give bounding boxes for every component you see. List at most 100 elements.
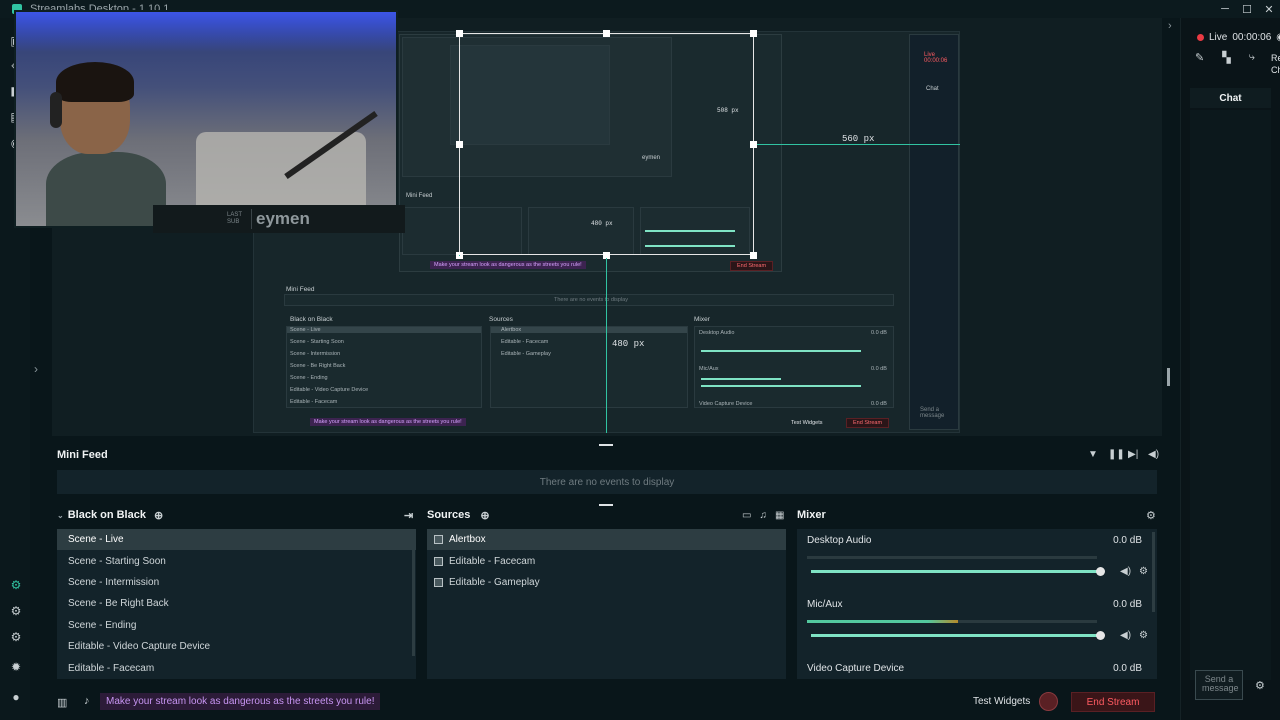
expand-left-icon[interactable]: › xyxy=(34,362,38,376)
source-item-gameplay[interactable]: Editable - Gameplay xyxy=(427,572,786,593)
notifications-icon[interactable]: ♪ xyxy=(84,695,90,707)
canvas-scrollbar[interactable] xyxy=(1167,368,1170,386)
scene-item-be-right-back[interactable]: Scene - Be Right Back xyxy=(57,593,416,614)
add-source-icon[interactable]: ⊕ xyxy=(480,509,489,522)
edit-icon[interactable]: ✎ xyxy=(1195,51,1204,64)
scene-item-ending[interactable]: Scene - Ending xyxy=(57,615,416,636)
source-item-facecam[interactable]: Editable - Facecam xyxy=(427,550,786,571)
source-item-alertbox[interactable]: Alertbox xyxy=(427,529,786,551)
handle-top[interactable] xyxy=(603,30,610,37)
streamer xyxy=(46,62,166,226)
performance-icon[interactable]: ▥ xyxy=(57,696,67,709)
mixer-item-db: 0.0 dB xyxy=(1113,663,1142,674)
tab-chat[interactable]: Chat xyxy=(1190,88,1271,108)
scene-collection-title[interactable]: Black on Black xyxy=(68,509,146,521)
scene-item-live[interactable]: Scene - Live xyxy=(57,529,416,551)
scene-item-starting-soon[interactable]: Scene - Starting Soon xyxy=(57,550,416,571)
skip-icon[interactable]: ▶| xyxy=(1128,449,1138,460)
audio-meter xyxy=(807,556,1097,559)
headset-icon xyxy=(50,92,62,128)
app-2-icon[interactable]: ⚙ xyxy=(9,604,23,618)
volume-slider-knob[interactable] xyxy=(1096,567,1105,576)
filter-icon[interactable]: ▼ xyxy=(1088,449,1098,460)
mixer-title: Mixer xyxy=(797,509,826,521)
handle-right[interactable] xyxy=(750,141,757,148)
mini-feed-tools: ▼ ❚❚ ▶| ◀) xyxy=(1088,449,1159,460)
inner-promo: Make your stream look as dangerous as th… xyxy=(430,261,586,269)
scene-item-facecam[interactable]: Editable - Facecam xyxy=(57,657,416,678)
nested-mixer-title: Mixer xyxy=(694,316,710,323)
webcam-feed xyxy=(14,10,398,228)
share-icon[interactable]: ⤷ xyxy=(1249,51,1255,64)
nested-scene-5: Editable - Video Capture Device xyxy=(290,387,369,393)
viewer-eye-icon[interactable]: ◉ xyxy=(1276,32,1280,43)
chat-input[interactable]: Send a message xyxy=(1195,670,1243,700)
live-status: Live 00:00:06 ◉ xyxy=(1197,32,1280,43)
pause-icon[interactable]: ❚❚ xyxy=(1108,449,1125,460)
scene-transitions-icon[interactable]: ⇥ xyxy=(404,507,413,523)
splitter-bottom[interactable] xyxy=(599,504,613,506)
audio-settings-icon[interactable]: ⚙ xyxy=(1139,630,1148,641)
nested-source-1: Editable - Facecam xyxy=(501,339,549,345)
nested-mic-aux: Mic/Aux xyxy=(699,366,719,372)
app-1-icon[interactable]: ⚙ xyxy=(9,578,23,592)
source-display-icon[interactable]: ▭ xyxy=(742,510,751,521)
nested-scene-1: Scene - Starting Soon xyxy=(290,339,344,345)
volume-icon[interactable]: ◀) xyxy=(1148,449,1159,460)
volume-slider-knob[interactable] xyxy=(1096,631,1105,640)
mixer-scrollbar[interactable] xyxy=(1152,532,1155,612)
volume-slider[interactable] xyxy=(811,567,1105,576)
maximize-button[interactable]: ☐ xyxy=(1236,0,1258,18)
nested-live: Live 00:00:06 xyxy=(924,52,948,64)
collapse-scenes-icon[interactable]: ⌄ xyxy=(57,511,64,520)
scene-item-video-capture[interactable]: Editable - Video Capture Device xyxy=(57,636,416,657)
source-item-label: Editable - Facecam xyxy=(449,555,536,567)
chat-settings-icon[interactable]: ⚙ xyxy=(1255,679,1265,692)
nested-mixer-list xyxy=(694,326,894,408)
mixer-item-name: Desktop Audio xyxy=(807,535,872,546)
nested-desktop-audio: Desktop Audio xyxy=(699,330,735,336)
settings-icon[interactable]: ✹ xyxy=(9,660,23,674)
mixer-item-desktop-audio: Desktop Audio 0.0 dB ◀) ⚙ xyxy=(807,535,1152,585)
nested-meter-2 xyxy=(701,378,781,380)
close-button[interactable]: ✕ xyxy=(1258,0,1280,18)
nested-scene-6: Editable - Facecam xyxy=(290,399,338,405)
popout-icon[interactable]: ▚ xyxy=(1222,51,1230,64)
nested-video-capture: Video Capture Device xyxy=(699,401,753,407)
app-3-icon[interactable]: ⚙ xyxy=(9,630,23,644)
nested-slider-1 xyxy=(701,350,861,352)
add-scene-icon[interactable]: ⊕ xyxy=(154,509,163,522)
scene-item-intermission[interactable]: Scene - Intermission xyxy=(57,572,416,593)
nested-test-widgets: Test Widgets xyxy=(791,420,823,426)
handle-left[interactable] xyxy=(456,141,463,148)
handle-top-right[interactable] xyxy=(750,30,757,37)
guide-horizontal xyxy=(757,144,960,145)
minimize-button[interactable]: ─ xyxy=(1214,0,1236,18)
guide-label-vertical: 480 px xyxy=(612,339,645,349)
mute-icon[interactable]: ◀) xyxy=(1120,566,1131,577)
collapse-right-icon[interactable]: › xyxy=(1168,20,1172,32)
nested-right-panel xyxy=(909,34,959,430)
guide-vertical xyxy=(606,258,607,433)
mute-icon[interactable]: ◀) xyxy=(1120,630,1131,641)
profile-icon[interactable]: ● xyxy=(9,690,23,704)
nested-db-2: 0.0 dB xyxy=(871,366,887,372)
nested-scene-3: Scene - Be Right Back xyxy=(290,363,346,369)
handle-top-left[interactable] xyxy=(456,30,463,37)
promo-banner[interactable]: Make your stream look as dangerous as th… xyxy=(100,693,381,710)
audio-settings-icon[interactable]: ⚙ xyxy=(1139,566,1148,577)
source-audio-icon[interactable]: ♫ xyxy=(759,510,767,521)
mixer-item-controls: ◀) ⚙ xyxy=(1120,566,1148,577)
mixer-settings-icon[interactable]: ⚙ xyxy=(1146,507,1156,523)
scenes-scrollbar[interactable] xyxy=(412,532,415,656)
end-stream-button[interactable]: End Stream xyxy=(1071,692,1155,712)
volume-slider[interactable] xyxy=(811,631,1105,640)
test-widgets-button[interactable]: Test Widgets xyxy=(973,696,1030,707)
guide-label-horizontal: 560 px xyxy=(842,134,875,144)
source-folder-icon[interactable]: ▦ xyxy=(775,510,784,521)
nested-promo: Make your stream look as dangerous as th… xyxy=(310,418,466,426)
sources-list: Alertbox Editable - Facecam Editable - G… xyxy=(427,529,786,679)
handle-bottom-right[interactable] xyxy=(750,252,757,259)
streamer-hair xyxy=(56,62,134,102)
record-button[interactable] xyxy=(1039,692,1058,711)
